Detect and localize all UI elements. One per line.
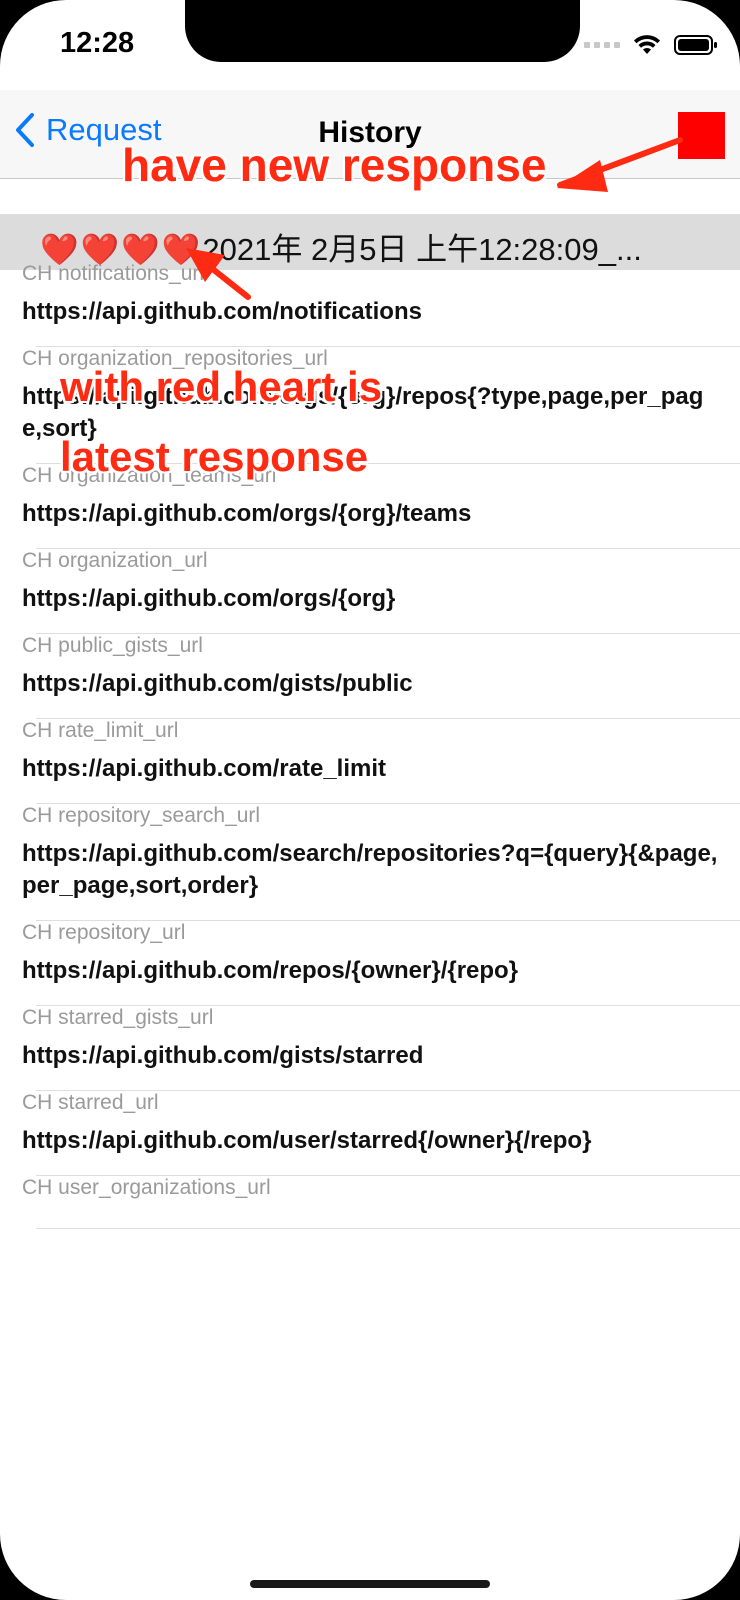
row-key: CH user_organizations_url: [22, 1176, 271, 1199]
row-key: CH starred_url: [22, 1091, 159, 1114]
table-row[interactable]: CH starred_gists_url https://api.github.c…: [22, 1006, 740, 1091]
phone-screen: 12:28 Request History ❤️❤️❤️❤️2021年 2月5日…: [0, 0, 740, 1600]
row-value: https://api.github.com/notifications: [22, 298, 422, 325]
device-notch: [185, 0, 580, 62]
row-value: https://api.github.com/gists/public: [22, 670, 413, 697]
home-indicator: [250, 1580, 490, 1588]
row-value: https://api.github.com/orgs/{org}: [22, 585, 396, 612]
table-row[interactable]: CH organization_url https://api.github.co…: [22, 549, 740, 634]
row-value: https://api.github.com/search/repositori…: [22, 840, 718, 899]
row-key: CH starred_gists_url: [22, 1006, 214, 1029]
table-row[interactable]: CH rate_limit_url https://api.github.com/…: [22, 719, 740, 804]
table-row[interactable]: CH starred_url https://api.github.com/use…: [22, 1091, 740, 1176]
row-value: https://api.github.com/gists/starred: [22, 1042, 424, 1069]
table-row[interactable]: CH repository_search_url https://api.gith…: [22, 804, 740, 921]
annotation-have-new-response: have new response: [122, 139, 547, 191]
row-value: https://api.github.com/orgs/{org}/teams: [22, 500, 472, 527]
row-value: https://api.github.com/rate_limit: [22, 755, 387, 782]
row-value: https://api.github.com/user/starred{/own…: [22, 1127, 592, 1154]
row-value: https://api.github.com/repos/{owner}/{re…: [22, 957, 519, 984]
battery-icon: [674, 35, 717, 55]
annotation-red-heart-line2: latest response: [60, 433, 369, 480]
table-row[interactable]: CH notifications_url https://api.github.c…: [22, 262, 740, 347]
row-key: CH repository_search_url: [22, 804, 261, 827]
row-value: [22, 1210, 722, 1228]
row-key: CH repository_url: [22, 921, 186, 944]
table-row[interactable]: CH public_gists_url https://api.github.co…: [22, 634, 740, 719]
status-time: 12:28: [60, 27, 135, 59]
table-row[interactable]: CH repository_url https://api.github.com/…: [22, 921, 740, 1006]
status-icons: [584, 34, 718, 56]
new-response-indicator[interactable]: [678, 112, 725, 159]
row-key: CH notifications_url: [22, 262, 205, 285]
row-key: CH public_gists_url: [22, 634, 203, 657]
table-row[interactable]: CH user_organizations_url: [22, 1176, 740, 1229]
annotation-red-heart-line1: with red heart is: [60, 363, 383, 410]
row-key: CH organization_url: [22, 549, 208, 572]
cellular-signal-icon: [584, 42, 620, 48]
wifi-icon: [634, 35, 660, 54]
row-key: CH rate_limit_url: [22, 719, 179, 742]
